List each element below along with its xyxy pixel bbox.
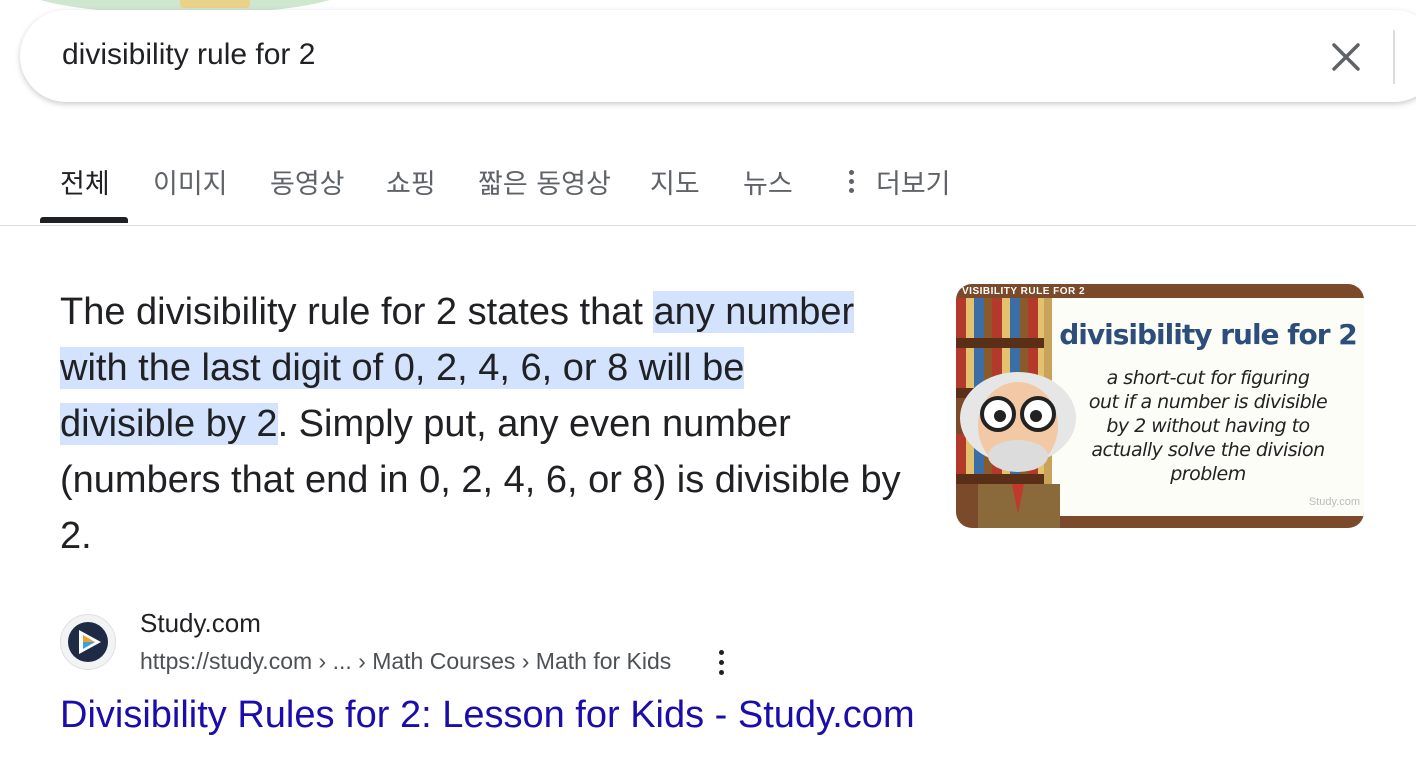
thumbnail-body: a short-cut for figuring out if a number… <box>1052 366 1364 486</box>
tab-more[interactable]: 더보기 <box>876 162 951 201</box>
thumbnail-board: divisibility rule for 2 a short-cut for … <box>1044 298 1364 516</box>
thumbnail-body-line: out if a number is divisible <box>1088 391 1328 413</box>
snippet-thumbnail[interactable]: VISIBILITY RULE FOR 2 divisibility rule … <box>956 284 1364 528</box>
study-com-logo-icon[interactable] <box>60 614 116 670</box>
tab-all[interactable]: 전체 <box>60 162 110 201</box>
thumbnail-body-line: problem <box>1170 463 1246 485</box>
active-tab-indicator <box>40 217 128 223</box>
thumbnail-title: divisibility rule for 2 <box>1059 318 1358 351</box>
snippet-highlight-1: any number <box>653 291 855 333</box>
search-divider <box>1393 30 1395 84</box>
snippet-highlight-3: divisible by 2 <box>60 403 278 445</box>
result-breadcrumb[interactable]: https://study.com › ... › Math Courses ›… <box>140 648 671 675</box>
tab-images[interactable]: 이미지 <box>153 162 228 201</box>
close-icon[interactable] <box>1326 37 1366 77</box>
snippet-highlight-2: with the last digit of 0, 2, 4, 6, or 8 … <box>60 347 745 389</box>
featured-snippet-text: The divisibility rule for 2 states that … <box>60 284 920 564</box>
professor-illustration <box>960 372 1076 528</box>
thumbnail-credit: Study.com <box>1308 496 1360 508</box>
thumbnail-corner-label: VISIBILITY RULE FOR 2 <box>962 286 1086 297</box>
thumbnail-body-line: actually solve the division <box>1091 439 1325 461</box>
tab-shopping[interactable]: 쇼핑 <box>386 162 436 201</box>
search-box[interactable]: divisibility rule for 2 <box>20 10 1416 102</box>
tab-maps[interactable]: 지도 <box>650 162 700 201</box>
more-vert-icon[interactable] <box>849 170 857 194</box>
tab-short-videos[interactable]: 짧은 동영상 <box>478 162 611 201</box>
snippet-text-before: The divisibility rule for 2 states that <box>60 291 654 333</box>
thumbnail-body-line: by 2 without having to <box>1106 415 1310 437</box>
more-vert-icon[interactable] <box>719 650 729 678</box>
search-tabs: 전체 이미지 동영상 쇼핑 짧은 동영상 지도 뉴스 더보기 <box>0 140 1416 226</box>
search-input[interactable]: divisibility rule for 2 <box>62 38 315 72</box>
result-title-link[interactable]: Divisibility Rules for 2: Lesson for Kid… <box>60 694 915 737</box>
tab-news[interactable]: 뉴스 <box>743 162 793 201</box>
thumbnail-body-line: a short-cut for figuring <box>1106 367 1310 389</box>
result-site-name[interactable]: Study.com <box>140 608 261 639</box>
tab-videos[interactable]: 동영상 <box>270 162 345 201</box>
